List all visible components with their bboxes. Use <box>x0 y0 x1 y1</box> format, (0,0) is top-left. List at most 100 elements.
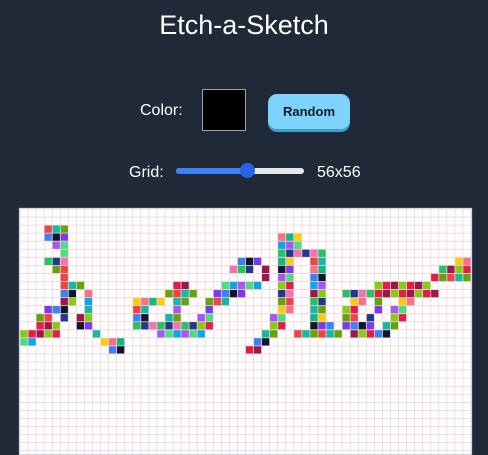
painted-cell[interactable] <box>430 289 439 298</box>
painted-cell[interactable] <box>309 249 318 258</box>
painted-cell[interactable] <box>173 321 182 330</box>
painted-cell[interactable] <box>374 305 383 314</box>
painted-cell[interactable] <box>277 233 286 242</box>
painted-cell[interactable] <box>317 273 327 282</box>
painted-cell[interactable] <box>197 329 206 338</box>
painted-cell[interactable] <box>382 329 391 338</box>
painted-cell[interactable] <box>60 281 69 290</box>
painted-cell[interactable] <box>132 313 141 322</box>
painted-cell[interactable] <box>52 329 61 338</box>
painted-cell[interactable] <box>277 249 286 258</box>
painted-cell[interactable] <box>20 337 29 346</box>
sketch-grid[interactable] <box>20 209 471 454</box>
painted-cell[interactable] <box>173 305 182 314</box>
painted-cell[interactable] <box>398 305 407 314</box>
painted-cell[interactable] <box>317 281 327 290</box>
painted-cell[interactable] <box>189 329 198 338</box>
painted-cell[interactable] <box>44 233 53 242</box>
painted-cell[interactable] <box>76 313 85 322</box>
painted-cell[interactable] <box>309 313 318 322</box>
painted-cell[interactable] <box>277 321 286 330</box>
painted-cell[interactable] <box>309 281 318 290</box>
painted-cell[interactable] <box>342 305 351 314</box>
painted-cell[interactable] <box>277 297 286 306</box>
painted-cell[interactable] <box>462 257 471 266</box>
painted-cell[interactable] <box>76 281 85 290</box>
painted-cell[interactable] <box>454 265 463 274</box>
painted-cell[interactable] <box>277 305 286 314</box>
painted-cell[interactable] <box>52 265 61 274</box>
painted-cell[interactable] <box>84 313 93 322</box>
painted-cell[interactable] <box>60 225 69 234</box>
painted-cell[interactable] <box>277 273 286 282</box>
painted-cell[interactable] <box>285 281 294 290</box>
painted-cell[interactable] <box>213 297 222 306</box>
painted-cell[interactable] <box>173 289 182 298</box>
painted-cell[interactable] <box>60 249 69 258</box>
painted-cell[interactable] <box>285 273 294 282</box>
painted-cell[interactable] <box>36 321 45 330</box>
painted-cell[interactable] <box>245 281 254 290</box>
painted-cell[interactable] <box>309 257 318 266</box>
painted-cell[interactable] <box>60 305 69 314</box>
painted-cell[interactable] <box>253 345 262 354</box>
painted-cell[interactable] <box>390 281 399 290</box>
painted-cell[interactable] <box>293 241 302 250</box>
painted-cell[interactable] <box>140 305 149 314</box>
painted-cell[interactable] <box>350 329 359 338</box>
painted-cell[interactable] <box>309 329 318 338</box>
painted-cell[interactable] <box>245 265 254 274</box>
painted-cell[interactable] <box>309 289 318 298</box>
painted-cell[interactable] <box>285 297 294 306</box>
painted-cell[interactable] <box>132 321 141 330</box>
painted-cell[interactable] <box>317 321 327 330</box>
painted-cell[interactable] <box>197 321 206 330</box>
painted-cell[interactable] <box>205 297 214 306</box>
painted-cell[interactable] <box>156 297 165 306</box>
painted-cell[interactable] <box>116 337 125 346</box>
painted-cell[interactable] <box>285 289 294 298</box>
painted-cell[interactable] <box>44 257 53 266</box>
slider-thumb[interactable] <box>240 163 255 178</box>
painted-cell[interactable] <box>454 257 463 266</box>
painted-cell[interactable] <box>390 305 399 314</box>
painted-cell[interactable] <box>181 281 190 290</box>
painted-cell[interactable] <box>84 289 93 298</box>
painted-cell[interactable] <box>438 273 447 282</box>
painted-cell[interactable] <box>285 241 294 250</box>
painted-cell[interactable] <box>422 281 431 290</box>
painted-cell[interactable] <box>366 329 375 338</box>
painted-cell[interactable] <box>197 313 206 322</box>
painted-cell[interactable] <box>309 273 318 282</box>
painted-cell[interactable] <box>326 329 335 338</box>
painted-cell[interactable] <box>173 281 182 290</box>
painted-cell[interactable] <box>148 297 157 306</box>
painted-cell[interactable] <box>398 297 407 306</box>
painted-cell[interactable] <box>446 265 455 274</box>
painted-cell[interactable] <box>406 297 415 306</box>
painted-cell[interactable] <box>164 329 174 338</box>
painted-cell[interactable] <box>374 297 383 306</box>
painted-cell[interactable] <box>229 289 238 298</box>
painted-cell[interactable] <box>382 321 391 330</box>
painted-cell[interactable] <box>374 281 383 290</box>
painted-cell[interactable] <box>317 265 327 274</box>
painted-cell[interactable] <box>462 273 471 282</box>
painted-cell[interactable] <box>454 273 463 282</box>
painted-cell[interactable] <box>309 305 318 314</box>
painted-cell[interactable] <box>390 321 399 330</box>
painted-cell[interactable] <box>293 233 302 242</box>
painted-cell[interactable] <box>140 321 149 330</box>
painted-cell[interactable] <box>253 257 262 266</box>
painted-cell[interactable] <box>52 321 61 330</box>
painted-cell[interactable] <box>189 321 198 330</box>
painted-cell[interactable] <box>245 257 254 266</box>
painted-cell[interactable] <box>237 289 246 298</box>
painted-cell[interactable] <box>269 313 278 322</box>
painted-cell[interactable] <box>20 329 29 338</box>
painted-cell[interactable] <box>60 265 69 274</box>
grid-size-slider[interactable] <box>176 163 304 178</box>
painted-cell[interactable] <box>60 313 69 322</box>
painted-cell[interactable] <box>44 305 53 314</box>
painted-cell[interactable] <box>36 313 45 322</box>
